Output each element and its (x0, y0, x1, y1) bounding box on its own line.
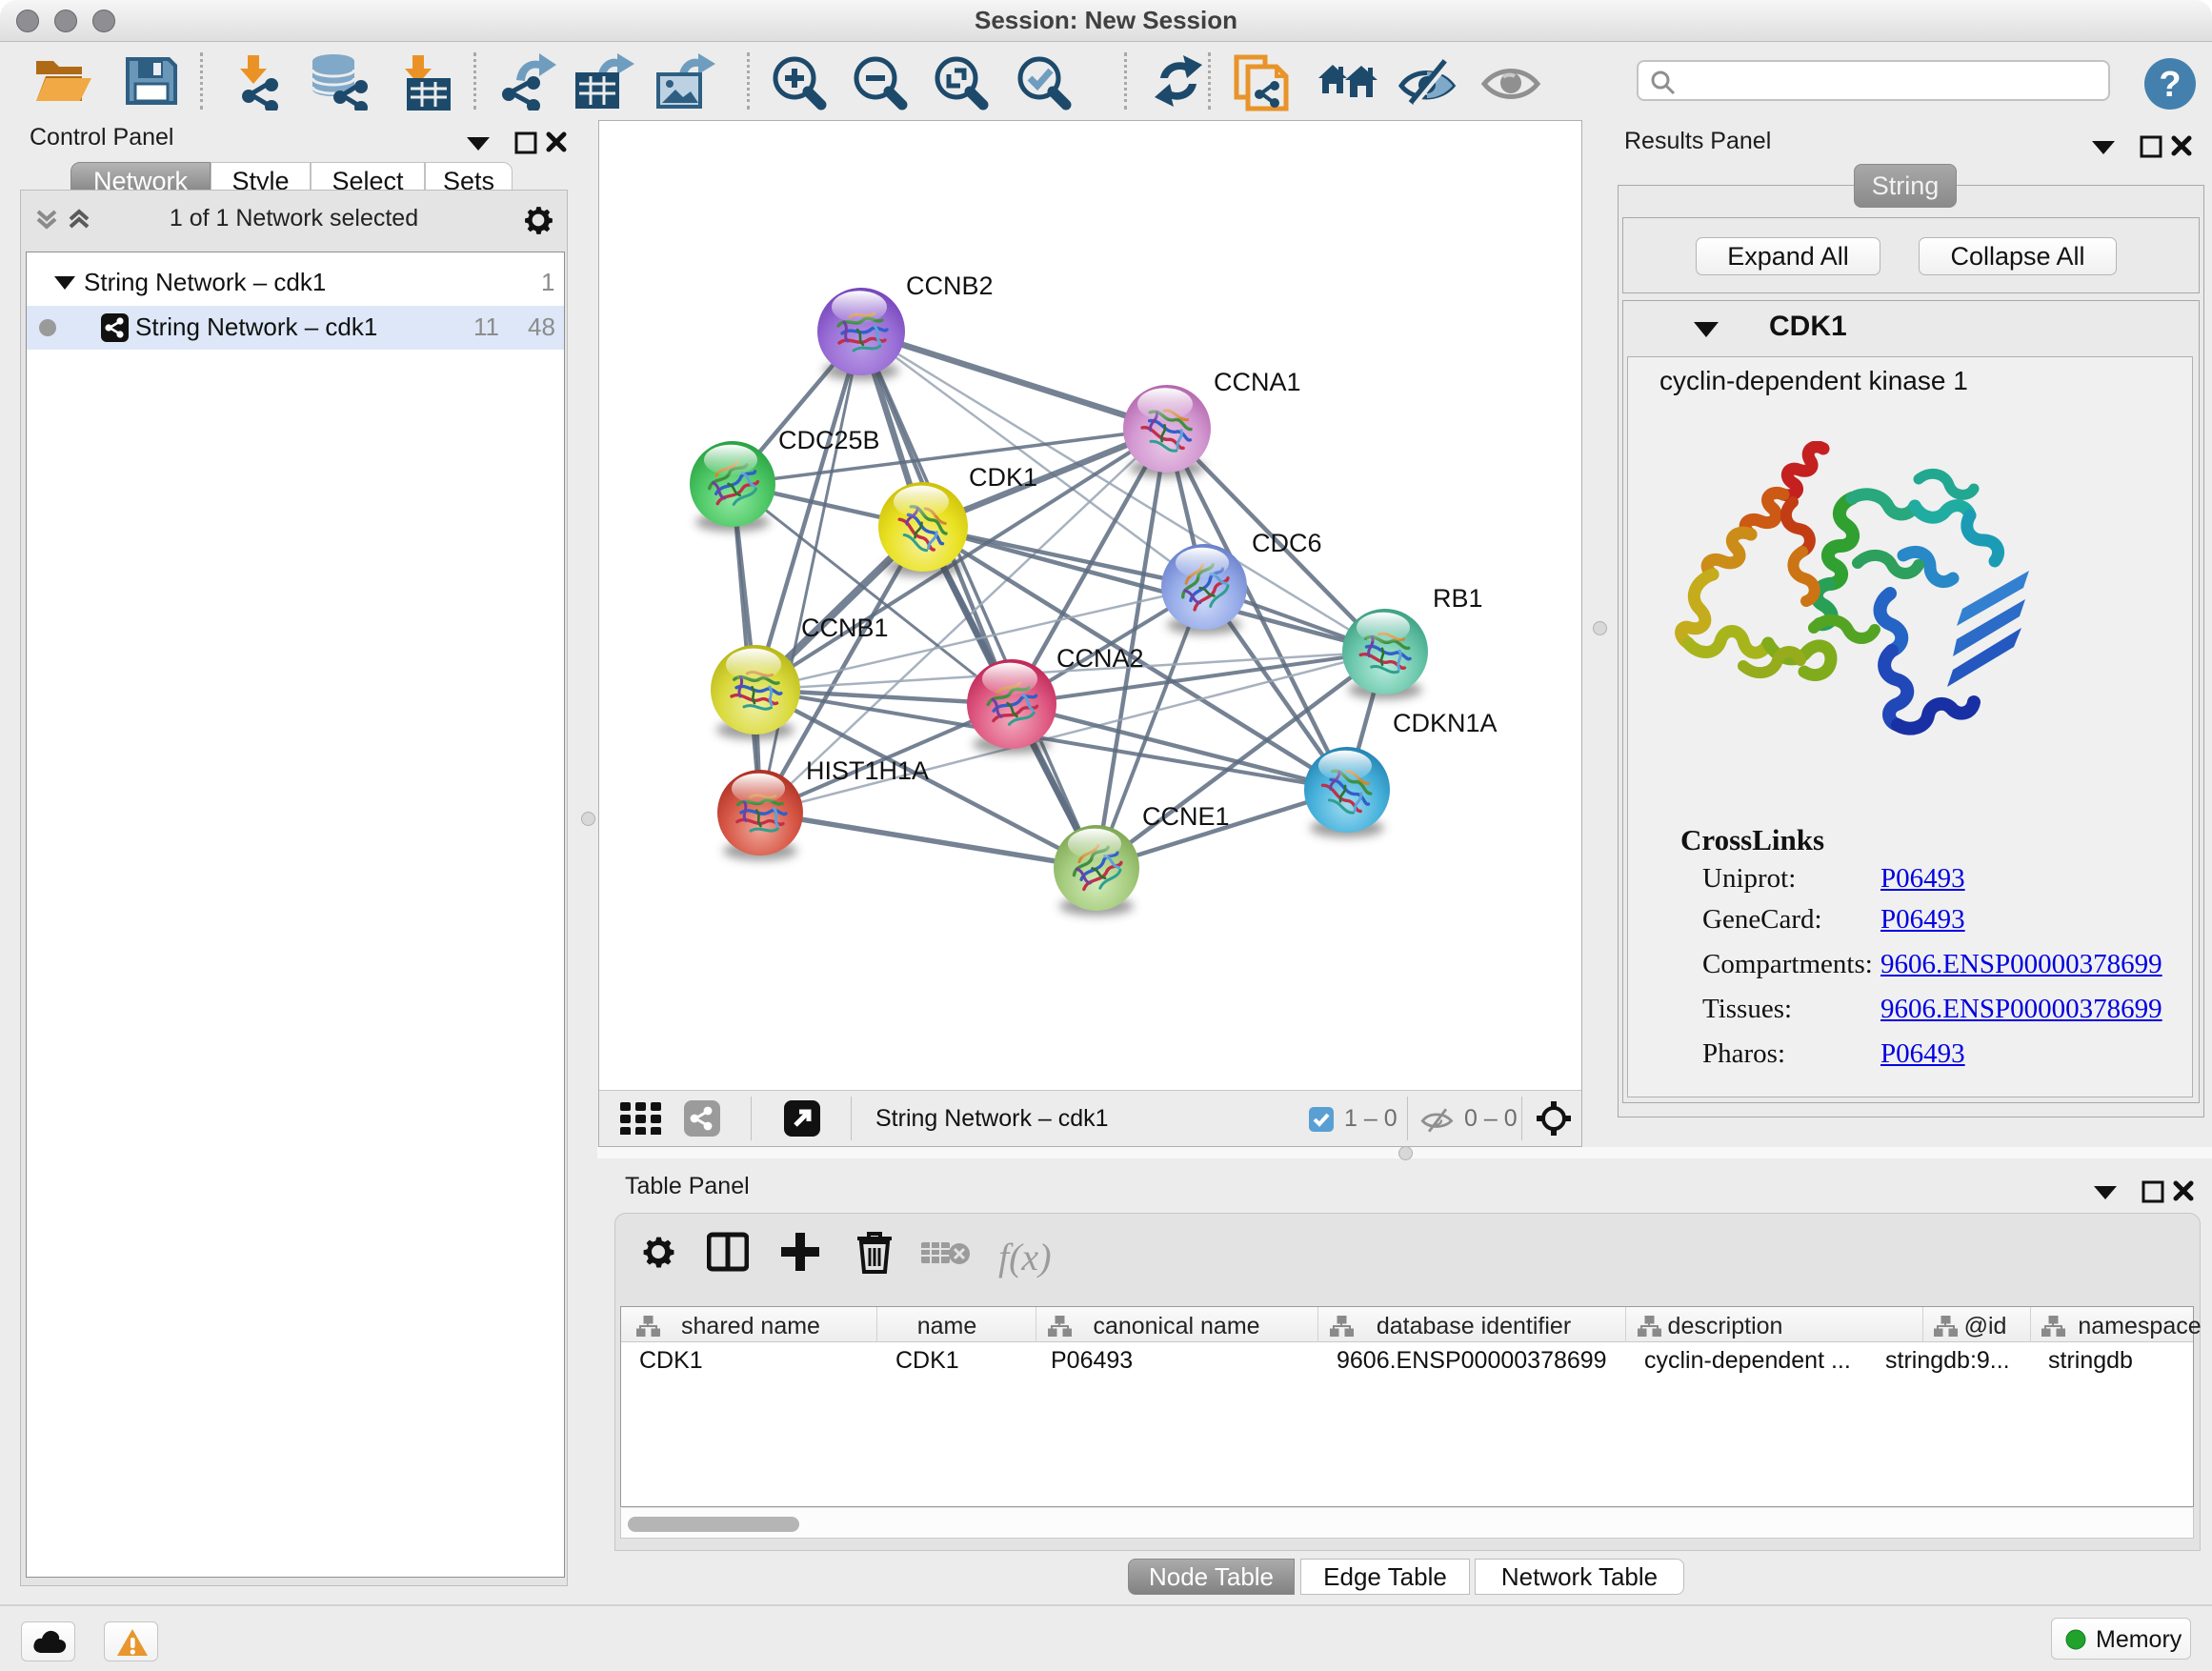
svg-text:?: ? (2159, 65, 2181, 105)
svg-text:CDK1: CDK1 (969, 463, 1037, 492)
svg-text:HIST1H1A: HIST1H1A (806, 756, 929, 785)
svg-text:CCNB1: CCNB1 (801, 614, 889, 642)
svg-text:CDKN1A: CDKN1A (1393, 709, 1498, 737)
svg-text:RB1: RB1 (1433, 584, 1483, 613)
svg-text:CCNA2: CCNA2 (1056, 644, 1144, 673)
svg-text:CCNA1: CCNA1 (1214, 368, 1301, 396)
svg-text:CDC6: CDC6 (1252, 529, 1322, 557)
svg-text:CCNE1: CCNE1 (1142, 802, 1230, 831)
svg-text:CCNB2: CCNB2 (906, 272, 994, 300)
svg-text:CDC25B: CDC25B (778, 426, 880, 454)
